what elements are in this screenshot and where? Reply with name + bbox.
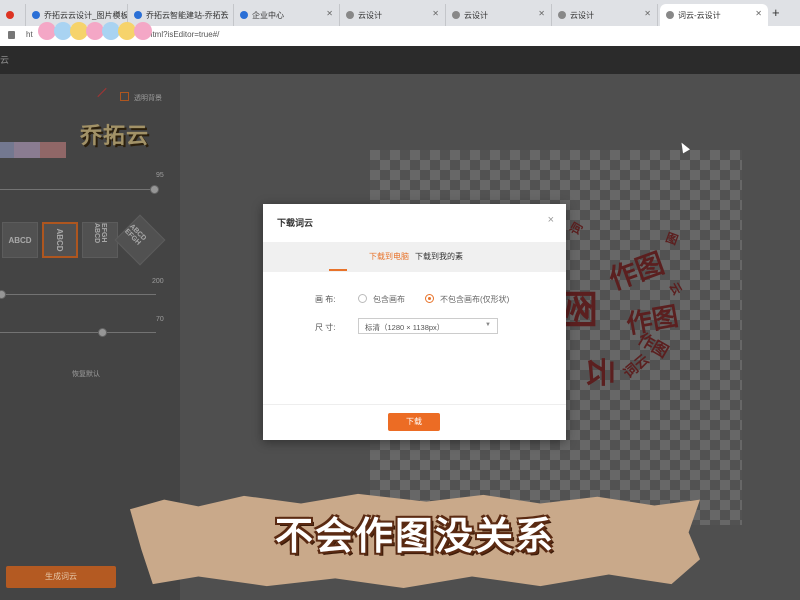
tab-favicon-icon: [240, 11, 248, 19]
radio-include-canvas[interactable]: [358, 294, 367, 303]
tab-favicon-icon: [452, 11, 460, 19]
browser-tab-bar: 乔拓云云设计_图片模板 ✕ 乔拓云智能建站-乔拓云 ✕ 企业中心 ✕ 云设计 ✕…: [0, 0, 800, 26]
browser-tab[interactable]: 云设计 ✕: [552, 4, 658, 26]
download-tabs: 下载到电脑 下载到我的素: [263, 242, 566, 272]
browser-tab[interactable]: [0, 4, 26, 26]
flower-icon: [134, 22, 152, 40]
close-tab-icon[interactable]: ✕: [755, 9, 762, 18]
url-prefix: ht: [26, 30, 33, 39]
close-tab-icon[interactable]: ✕: [114, 9, 121, 18]
divider: [263, 404, 566, 405]
download-button[interactable]: 下载: [388, 413, 440, 431]
canvas-option-label: 画 布:: [315, 295, 336, 304]
tab-label: 云设计: [570, 10, 594, 20]
tab-favicon-icon: [346, 11, 354, 19]
browser-tab[interactable]: 云设计 ✕: [446, 4, 552, 26]
tab-download-to-materials[interactable]: 下载到我的素: [415, 251, 463, 262]
radio-include-canvas-label: 包含画布: [373, 295, 405, 304]
size-select[interactable]: 标清（1280 × 1138px） ▼: [358, 318, 498, 334]
tab-favicon-icon: [558, 11, 566, 19]
tab-label: 乔拓云智能建站-乔拓云: [146, 10, 229, 20]
tab-favicon-icon: [666, 11, 674, 19]
radio-exclude-canvas[interactable]: [425, 294, 434, 303]
tab-favicon-icon: [32, 11, 40, 19]
close-tab-icon[interactable]: ✕: [644, 9, 651, 18]
tab-favicon-icon: [134, 11, 142, 19]
close-tab-icon[interactable]: ✕: [538, 9, 545, 18]
browser-tab-active[interactable]: 词云-云设计 ✕: [660, 4, 768, 26]
tab-favicon-icon: [6, 11, 14, 19]
generate-wordcloud-button[interactable]: 生成词云: [6, 566, 116, 588]
size-select-value: 标清（1280 × 1138px）: [365, 323, 445, 332]
browser-tab[interactable]: 企业中心 ✕: [234, 4, 340, 26]
new-tab-icon[interactable]: +: [772, 5, 780, 20]
radio-exclude-canvas-label: 不包含画布(仅形状): [440, 295, 510, 304]
browser-tab[interactable]: 云设计 ✕: [340, 4, 446, 26]
tab-label: 词云-云设计: [678, 10, 721, 20]
tab-label: 云设计: [358, 10, 382, 20]
tab-download-to-computer[interactable]: 下载到电脑: [369, 251, 409, 262]
tab-label: 云设计: [464, 10, 488, 20]
url-text: html?isEditor=true#/: [148, 30, 220, 39]
close-tab-icon[interactable]: ✕: [326, 9, 333, 18]
close-icon[interactable]: ×: [548, 214, 554, 226]
chevron-down-icon: ▼: [485, 322, 491, 328]
active-tab-indicator: [329, 269, 347, 271]
close-tab-icon[interactable]: ✕: [220, 9, 227, 18]
lock-icon: [8, 31, 15, 39]
tab-label: 企业中心: [252, 10, 284, 20]
size-label: 尺 寸:: [315, 323, 336, 332]
caption-text: 不会作图没关系: [274, 514, 555, 558]
close-tab-icon[interactable]: ✕: [432, 9, 439, 18]
dialog-title: 下载词云: [277, 218, 314, 228]
